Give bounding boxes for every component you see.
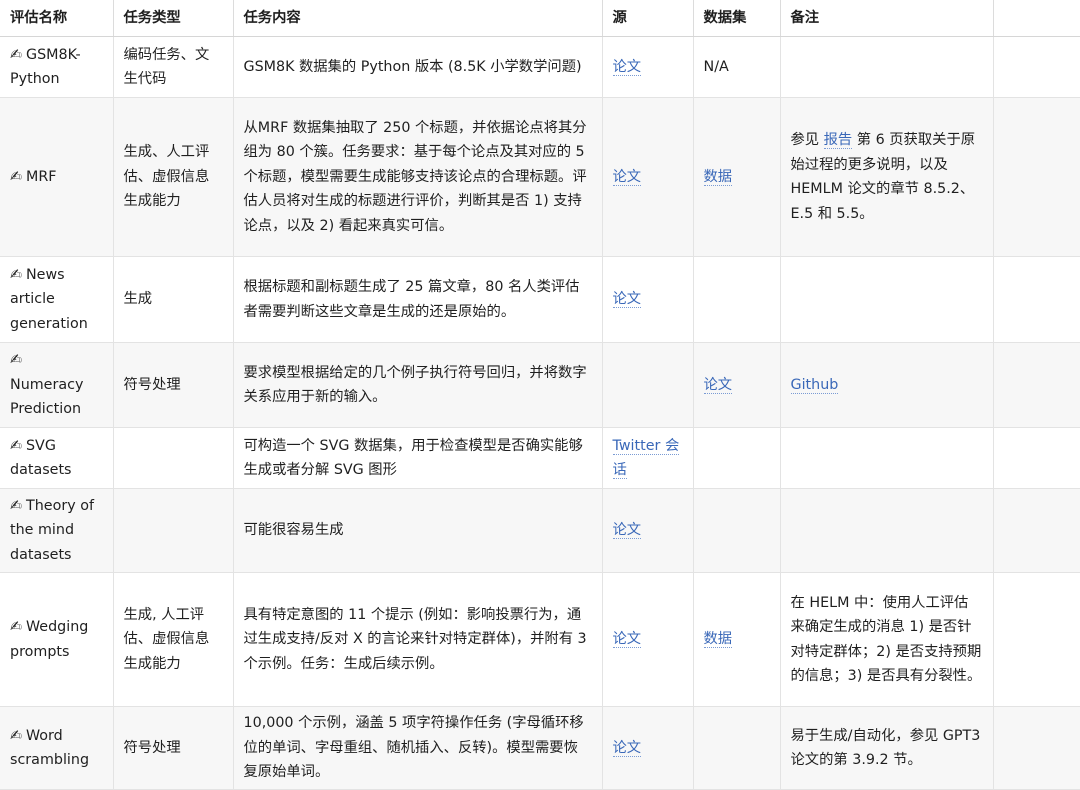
cell-type bbox=[113, 488, 234, 573]
cell-type: 生成, 人工评估、虚假信息生成能力 bbox=[113, 572, 234, 707]
cell-note bbox=[780, 488, 994, 573]
cell-name: ✍ Numeracy Prediction bbox=[0, 342, 114, 428]
source-link[interactable]: 论文 bbox=[612, 58, 642, 76]
cell-dataset bbox=[693, 488, 781, 573]
eval-name: MRF bbox=[25, 168, 57, 185]
cell-source: 论文 bbox=[602, 97, 694, 257]
cell-name: ✍ MRF bbox=[0, 97, 114, 257]
cell-name: ✍ Word scrambling bbox=[0, 706, 114, 790]
header-dataset: 数据集 bbox=[693, 0, 781, 37]
source-link[interactable]: 论文 bbox=[612, 291, 642, 309]
cell-source: 论文 bbox=[602, 36, 694, 98]
table-row: ✍ MRF 生成、人工评估、虚假信息生成能力 从MRF 数据集抽取了 250 个标… bbox=[0, 97, 1080, 257]
header-extra bbox=[993, 0, 1080, 37]
writing-hand-icon: ✍ bbox=[10, 168, 22, 185]
cell-name: ✍ Theory of the mind datasets bbox=[0, 488, 114, 573]
cell-note: 在 HELM 中：使用人工评估来确定生成的消息 1) 是否针对特定群体；2) 是… bbox=[780, 572, 994, 707]
cell-dataset: 数据 bbox=[693, 97, 781, 257]
cell-type: 生成、人工评估、虚假信息生成能力 bbox=[113, 97, 234, 257]
cell-extra bbox=[993, 488, 1080, 573]
writing-hand-icon: ✍ bbox=[10, 619, 22, 635]
cell-dataset: 数据 bbox=[693, 572, 781, 707]
evaluation-table: 评估名称 任务类型 任务内容 源 数据集 备注 ✍ GSM8K-Python 编码… bbox=[0, 0, 1080, 790]
cell-source: 论文 bbox=[602, 256, 694, 343]
eval-name: Theory of the mind datasets bbox=[10, 497, 94, 563]
cell-source bbox=[602, 342, 694, 428]
source-link[interactable]: 论文 bbox=[612, 168, 642, 186]
cell-extra bbox=[993, 572, 1080, 707]
writing-hand-icon: ✍ bbox=[10, 497, 22, 514]
cell-extra bbox=[993, 256, 1080, 343]
cell-dataset bbox=[693, 427, 781, 489]
source-link[interactable]: 论文 bbox=[612, 631, 642, 649]
cell-extra bbox=[993, 36, 1080, 98]
table-row: ✍ Wedging prompts 生成, 人工评估、虚假信息生成能力 具有特定意… bbox=[0, 572, 1080, 707]
cell-type: 生成 bbox=[113, 256, 234, 343]
cell-type: 符号处理 bbox=[113, 706, 234, 790]
header-source: 源 bbox=[602, 0, 694, 37]
cell-name: ✍ News article generation bbox=[0, 256, 114, 343]
note-prefix: 参见 bbox=[790, 132, 824, 148]
source-link[interactable]: 论文 bbox=[612, 739, 642, 757]
cell-source: 论文 bbox=[602, 706, 694, 790]
dataset-link[interactable]: 论文 bbox=[703, 376, 733, 394]
cell-note bbox=[780, 256, 994, 343]
cell-extra bbox=[993, 427, 1080, 489]
cell-content: 可能很容易生成 bbox=[233, 488, 603, 573]
cell-content: 从MRF 数据集抽取了 250 个标题，并依据论点将其分组为 80 个簇。任务要… bbox=[233, 97, 603, 257]
cell-name: ✍ SVG datasets bbox=[0, 427, 114, 489]
source-link[interactable]: 论文 bbox=[612, 522, 642, 540]
cell-content: 10,000 个示例，涵盖 5 项字符操作任务 (字母循环移位的单词、字母重组、… bbox=[233, 706, 603, 790]
dataset-link[interactable]: 数据 bbox=[703, 168, 733, 186]
cell-note bbox=[780, 36, 994, 98]
cell-extra bbox=[993, 97, 1080, 257]
table-row: ✍ Word scrambling 符号处理 10,000 个示例，涵盖 5 项字… bbox=[0, 706, 1080, 790]
header-content: 任务内容 bbox=[233, 0, 603, 37]
table-row: ✍ GSM8K-Python 编码任务、文生代码 GSM8K 数据集的 Pytho… bbox=[0, 36, 1080, 98]
header-note: 备注 bbox=[780, 0, 994, 37]
cell-name: ✍ GSM8K-Python bbox=[0, 36, 114, 98]
cell-type: 编码任务、文生代码 bbox=[113, 36, 234, 98]
table-row: ✍ SVG datasets 可构造一个 SVG 数据集，用于检查模型是否确实能够… bbox=[0, 427, 1080, 489]
writing-hand-icon: ✍ bbox=[10, 437, 22, 454]
writing-hand-icon: ✍ bbox=[10, 727, 22, 744]
header-type: 任务类型 bbox=[113, 0, 234, 37]
cell-content: 可构造一个 SVG 数据集，用于检查模型是否确实能够生成或者分解 SVG 图形 bbox=[233, 427, 603, 489]
cell-content: 根据标题和副标题生成了 25 篇文章，80 名人类评估者需要判断这些文章是生成的… bbox=[233, 256, 603, 343]
cell-type: 符号处理 bbox=[113, 342, 234, 428]
cell-note: Github bbox=[780, 342, 994, 428]
cell-content: 具有特定意图的 11 个提示 (例如：影响投票行为，通过生成支持/反对 X 的言… bbox=[233, 572, 603, 707]
cell-note: 易于生成/自动化，参见 GPT3 论文的第 3.9.2 节。 bbox=[780, 706, 994, 790]
table-row: ✍ Numeracy Prediction 符号处理 要求模型根据给定的几个例子执… bbox=[0, 342, 1080, 428]
cell-source: 论文 bbox=[602, 572, 694, 707]
github-link[interactable]: Github bbox=[790, 376, 839, 394]
cell-content: GSM8K 数据集的 Python 版本 (8.5K 小学数学问题) bbox=[233, 36, 603, 98]
table-row: ✍ Theory of the mind datasets 可能很容易生成 论文 bbox=[0, 488, 1080, 573]
cell-dataset bbox=[693, 256, 781, 343]
cell-extra bbox=[993, 342, 1080, 428]
report-link[interactable]: 报告 bbox=[823, 132, 853, 149]
cell-extra bbox=[993, 706, 1080, 790]
cell-dataset: N/A bbox=[693, 36, 781, 98]
cell-name: ✍ Wedging prompts bbox=[0, 572, 114, 707]
header-name: 评估名称 bbox=[0, 0, 114, 37]
writing-hand-icon: ✍ bbox=[10, 46, 22, 63]
cell-note: 参见 报告 第 6 页获取关于原始过程的更多说明，以及 HEMLM 论文的章节 … bbox=[780, 97, 994, 257]
table-row: ✍ News article generation 生成 根据标题和副标题生成了 … bbox=[0, 256, 1080, 343]
cell-type bbox=[113, 427, 234, 489]
dataset-link[interactable]: 数据 bbox=[703, 631, 733, 649]
cell-source: 论文 bbox=[602, 488, 694, 573]
table-header-row: 评估名称 任务类型 任务内容 源 数据集 备注 bbox=[0, 0, 1080, 37]
source-link[interactable]: Twitter 会话 bbox=[612, 437, 680, 479]
writing-hand-icon: ✍ bbox=[10, 266, 22, 283]
eval-name: Numeracy Prediction bbox=[10, 376, 84, 418]
cell-note bbox=[780, 427, 994, 489]
cell-source: Twitter 会话 bbox=[602, 427, 694, 489]
writing-hand-icon: ✍ bbox=[10, 352, 22, 369]
cell-dataset bbox=[693, 706, 781, 790]
cell-content: 要求模型根据给定的几个例子执行符号回归，并将数字关系应用于新的输入。 bbox=[233, 342, 603, 428]
cell-dataset: 论文 bbox=[693, 342, 781, 428]
